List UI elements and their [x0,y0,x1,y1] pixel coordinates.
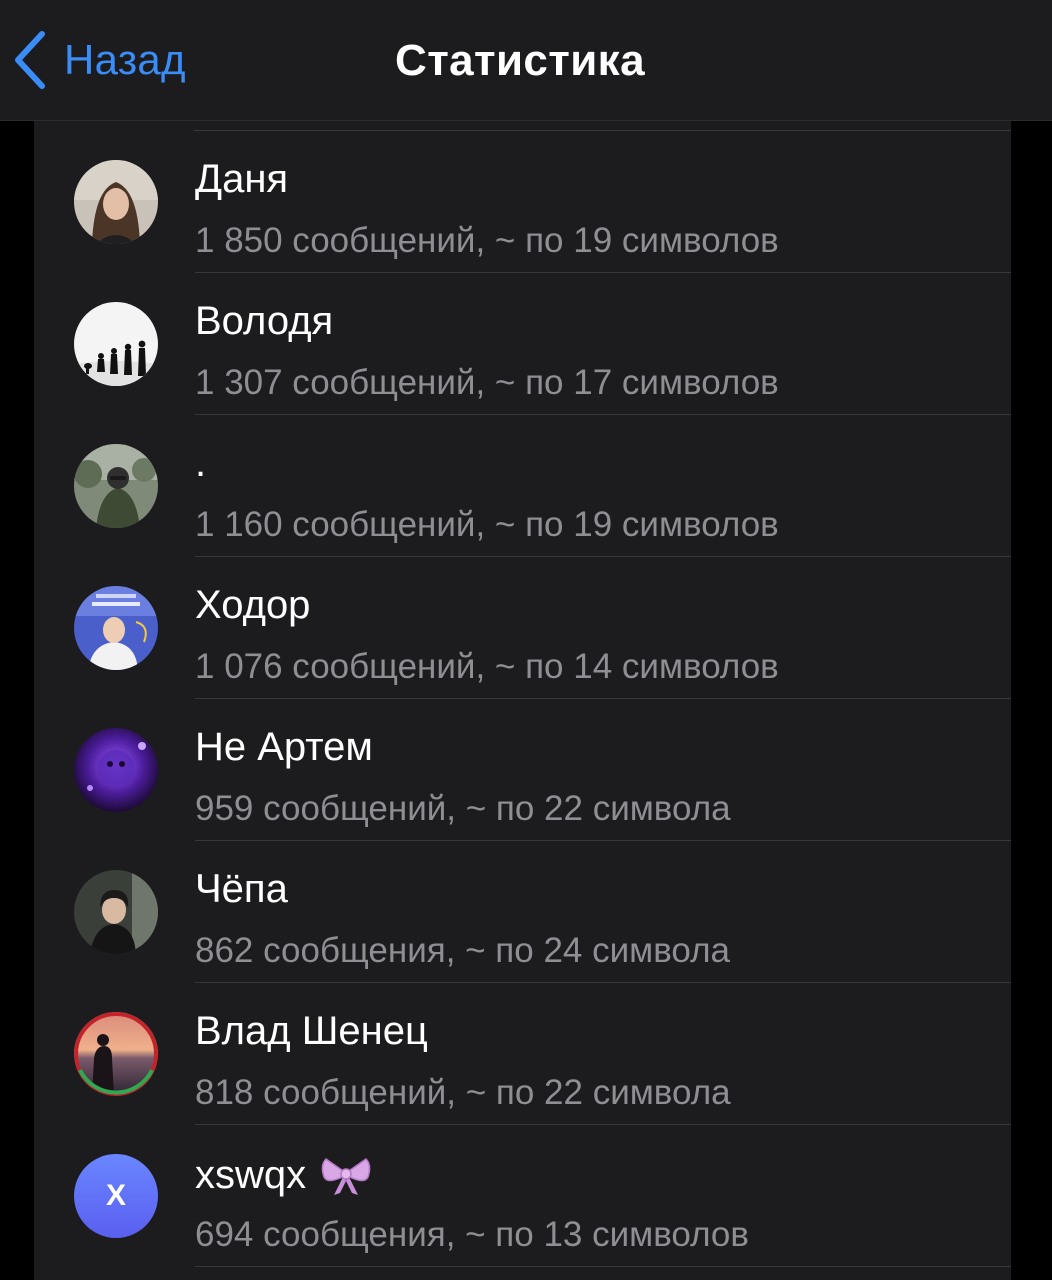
avatar [74,1012,158,1096]
avatar-initial: X [105,1179,126,1212]
contact-name: Володя [195,299,334,343]
message-stats: 694 сообщения, ~ по 13 символов [195,1215,749,1254]
list-item[interactable]: Влад Шенец 818 сообщений, ~ по 22 символ… [34,983,1011,1125]
avatar [74,444,158,528]
message-stats: 1 160 сообщений, ~ по 19 символов [195,505,779,544]
list-separator [195,1266,1011,1267]
list-item[interactable]: Даня 1 850 сообщений, ~ по 19 символов [34,131,1011,273]
message-stats: 1 850 сообщений, ~ по 19 символов [195,221,779,260]
avatar [74,160,158,244]
list-item[interactable]: . 1 160 сообщений, ~ по 19 символов [34,415,1011,557]
list-item[interactable]: Чёпа 862 сообщения, ~ по 24 символа [34,841,1011,983]
message-stats: 1 307 сообщений, ~ по 17 символов [195,363,779,402]
stats-list: Даня 1 850 сообщений, ~ по 19 символов В… [34,121,1011,1280]
avatar: X [74,1154,158,1238]
navigation-bar: Назад Статистика [0,0,1052,121]
message-stats: 959 сообщений, ~ по 22 символа [195,789,731,828]
avatar [74,728,158,812]
contact-name: Чёпа [195,867,288,911]
contact-name: Даня [195,157,289,201]
message-stats: 818 сообщений, ~ по 22 символа [195,1073,731,1112]
contact-name: . [195,441,207,485]
message-stats: 1 076 сообщений, ~ по 14 символов [195,647,779,686]
page-title: Статистика [395,36,645,85]
list-item[interactable]: Не Артем 959 сообщений, ~ по 22 символа [34,699,1011,841]
contact-name: Влад Шенец [195,1009,428,1053]
contact-name: Не Артем [195,725,373,769]
contact-name: Ходор [195,583,311,627]
list-item[interactable]: X xswqx 694 сообщения, ~ по 13 символов [34,1125,1011,1267]
avatar [74,870,158,954]
message-stats: 862 сообщения, ~ по 24 символа [195,931,730,970]
bow-emoji-icon [321,1158,371,1195]
avatar [74,302,158,386]
list-item[interactable]: Ходор 1 076 сообщений, ~ по 14 символов [34,557,1011,699]
contact-name: xswqx [195,1151,374,1199]
list-item[interactable]: Володя 1 307 сообщений, ~ по 17 символов [34,273,1011,415]
avatar [74,586,158,670]
